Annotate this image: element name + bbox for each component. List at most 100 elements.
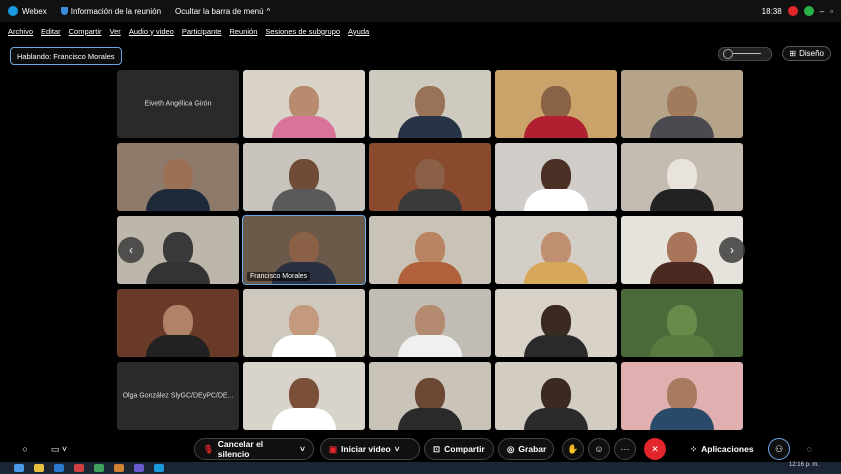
unmute-label: Cancelar el silencio (217, 439, 264, 459)
record-button[interactable]: ◎ Grabar (498, 438, 554, 460)
participant-video (650, 159, 714, 211)
participants-button[interactable]: ⚇ (768, 438, 790, 460)
chat-button[interactable]: ▭ ˅ (44, 438, 74, 460)
restore-button[interactable]: ▫ (830, 7, 833, 16)
share-button[interactable]: ⊡ Compartir (424, 438, 494, 460)
chevron-down-icon: ˅ (394, 444, 400, 454)
menu-sesiones[interactable]: Sesiones de subgrupo (265, 27, 340, 36)
menu-ayuda[interactable]: Ayuda (348, 27, 369, 36)
menu-ver[interactable]: Ver (110, 27, 121, 36)
participant-head (163, 232, 193, 266)
meeting-info-button[interactable]: Información de la reunión (60, 7, 161, 16)
zoom-slider[interactable] (718, 46, 773, 61)
previous-page-button[interactable]: ‹ (118, 237, 144, 263)
participant-head (541, 232, 571, 266)
person-icon: ⚇ (774, 443, 784, 454)
reactions-button[interactable]: ○ (14, 438, 36, 460)
slider-track (733, 53, 762, 54)
hide-menu-button[interactable]: Ocultar la barra de menú ^ (175, 7, 270, 16)
webex-taskbar-icon[interactable] (154, 464, 164, 472)
app-icon[interactable] (114, 464, 124, 472)
participant-body (650, 408, 714, 430)
participant-video (524, 232, 588, 284)
participant-body (398, 335, 462, 357)
participant-tile[interactable] (243, 289, 365, 357)
participant-tile[interactable] (621, 362, 743, 430)
app-icon[interactable] (134, 464, 144, 472)
emoji-button[interactable]: ☺ (588, 438, 610, 460)
participant-head (163, 159, 193, 193)
participant-body (146, 335, 210, 357)
participant-tile[interactable] (243, 143, 365, 211)
participant-name: Francisco Morales (247, 272, 311, 281)
menu-audio-video[interactable]: Audio y video (129, 27, 174, 36)
participant-tile[interactable] (369, 70, 491, 138)
participant-tile[interactable] (495, 362, 617, 430)
files-icon[interactable] (34, 464, 44, 472)
participant-head (667, 232, 697, 266)
browser-icon[interactable] (54, 464, 64, 472)
start-icon[interactable] (14, 464, 24, 472)
unmute-button[interactable]: 🎙 Cancelar el silencio ˅ (194, 438, 314, 460)
participant-body (524, 335, 588, 357)
participant-tile[interactable] (117, 143, 239, 211)
layout-design-label: Diseño (799, 49, 824, 58)
menu-archivo[interactable]: Archivo (8, 27, 33, 36)
participant-head (289, 86, 319, 120)
participant-head (667, 159, 697, 193)
menu-compartir[interactable]: Compartir (69, 27, 102, 36)
participant-tile[interactable] (495, 289, 617, 357)
participant-head (541, 159, 571, 193)
participant-tile[interactable] (243, 362, 365, 430)
participant-tile[interactable] (495, 70, 617, 138)
participant-tile[interactable] (621, 289, 743, 357)
participant-tile[interactable] (369, 216, 491, 284)
participant-video (146, 232, 210, 284)
slider-knob[interactable] (723, 48, 734, 59)
participant-body (272, 189, 336, 211)
participant-tile[interactable] (369, 362, 491, 430)
participant-body (398, 189, 462, 211)
chevron-left-icon: ‹ (129, 243, 133, 257)
participant-tile[interactable] (495, 216, 617, 284)
menu-participante[interactable]: Participante (182, 27, 222, 36)
participant-tile[interactable] (243, 70, 365, 138)
menu-reunion[interactable]: Reunión (229, 27, 257, 36)
apps-button[interactable]: ⁘ Aplicaciones (682, 438, 762, 460)
participant-head (415, 232, 445, 266)
participant-tile[interactable] (621, 70, 743, 138)
chat-panel-button[interactable]: ◌ (798, 438, 820, 460)
start-video-label: Iniciar video (341, 444, 391, 454)
record-icon: ◎ (507, 443, 515, 454)
participant-tile[interactable] (369, 143, 491, 211)
app-icon[interactable] (74, 464, 84, 472)
participant-head (415, 159, 445, 193)
participant-tile[interactable] (621, 143, 743, 211)
more-options-button[interactable]: ··· (614, 438, 636, 460)
next-page-button[interactable]: › (719, 237, 745, 263)
participant-video (146, 159, 210, 211)
participant-head (667, 86, 697, 120)
participant-tile[interactable]: Eiveth Angélica Girón (117, 70, 239, 138)
raise-hand-button[interactable]: ✋ (562, 438, 584, 460)
participant-tile[interactable] (117, 289, 239, 357)
end-meeting-button[interactable]: ✕ (644, 438, 666, 460)
app-icon[interactable] (94, 464, 104, 472)
participant-tile[interactable] (369, 289, 491, 357)
smiley-icon: ☺ (594, 444, 604, 454)
menu-editar[interactable]: Editar (41, 27, 61, 36)
start-video-button[interactable]: ▣ Iniciar video ˅ (320, 438, 420, 460)
app-name: Webex (22, 6, 47, 16)
participant-name: Eiveth Angélica Girón (144, 100, 212, 108)
minimize-button[interactable]: – (820, 7, 824, 16)
participant-head (289, 305, 319, 339)
layout-design-button[interactable]: ⊞ Diseño (782, 46, 831, 61)
participant-tile[interactable]: Francisco Morales (242, 215, 366, 285)
participant-body (650, 116, 714, 138)
grid-icon: ⊞ (789, 49, 797, 58)
participant-head (289, 159, 319, 193)
participant-tile[interactable]: Olga González SlyGC/DEyPC/DE... (117, 362, 239, 430)
recording-indicator-icon (787, 6, 798, 16)
webex-logo-icon (8, 6, 18, 16)
participant-tile[interactable] (495, 143, 617, 211)
